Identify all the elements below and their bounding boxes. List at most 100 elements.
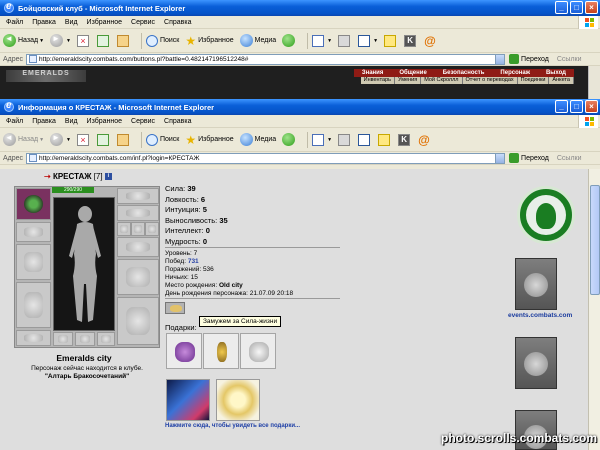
info-icon[interactable]: i	[104, 173, 112, 181]
menu-file[interactable]: Файл	[6, 19, 23, 26]
mail-button[interactable]: ▼	[312, 133, 332, 146]
favorites-button[interactable]: ★ Избранное	[185, 34, 233, 48]
links-button[interactable]: Ссылки	[557, 56, 582, 63]
menu-tools[interactable]: Сервис	[131, 19, 155, 26]
bottom-slot-1[interactable]	[53, 332, 73, 346]
menu-view[interactable]: Вид	[65, 118, 78, 125]
bottom-slot-2[interactable]	[75, 332, 95, 346]
ring-slot-2[interactable]	[131, 222, 145, 236]
nav-profile[interactable]: Анкета	[549, 77, 574, 84]
at-button[interactable]: @	[424, 34, 436, 48]
nav-inventory[interactable]: Инвентарь	[361, 77, 396, 84]
menu-view[interactable]: Вид	[65, 19, 78, 26]
nav-transfers[interactable]: Отчет о переводах	[463, 77, 518, 84]
media-button[interactable]: Медиа	[239, 133, 276, 146]
favorites-button[interactable]: ★ Избранное	[185, 133, 233, 147]
menu-help[interactable]: Справка	[164, 19, 191, 26]
home-button[interactable]	[116, 133, 131, 146]
nav-chat[interactable]: Общение	[391, 69, 434, 77]
front-title-bar[interactable]: Информация о КРЕСТАЖ - Microsoft Interne…	[0, 99, 600, 115]
menu-file[interactable]: Файл	[6, 118, 23, 125]
nav-security[interactable]: Безопасность	[435, 69, 493, 77]
media-button[interactable]: Медиа	[239, 34, 276, 47]
page-scrollbar[interactable]	[588, 169, 600, 450]
scroll-thumb[interactable]	[590, 185, 600, 295]
gift-bouquet-icon[interactable]	[240, 333, 276, 369]
nav-scroll[interactable]: Мой Скроллл	[421, 77, 463, 84]
events-banner-icon[interactable]	[515, 258, 557, 310]
see-all-gifts-link[interactable]: Нажмите сюда, чтобы увидеть все подарки.…	[165, 423, 300, 429]
armor-slot[interactable]	[16, 282, 51, 328]
close-button[interactable]: ×	[585, 100, 598, 113]
print-button[interactable]	[338, 34, 352, 47]
mail-button[interactable]: ▼	[312, 34, 332, 47]
ring-slot-1[interactable]	[117, 222, 131, 236]
boots-slot[interactable]	[117, 297, 159, 345]
nav-knowledge[interactable]: Знания	[354, 69, 392, 77]
edit-button[interactable]: ▼	[358, 34, 378, 47]
discuss-button[interactable]	[378, 133, 392, 146]
gift-flowers-icon[interactable]	[166, 333, 202, 369]
links-button[interactable]: Ссылки	[557, 155, 582, 162]
forward-button[interactable]: ► ▼	[50, 34, 71, 47]
print-button[interactable]	[338, 133, 352, 146]
amulet-slot[interactable]	[117, 205, 159, 221]
home-button[interactable]	[116, 34, 131, 47]
messenger-button[interactable]: K	[404, 34, 418, 47]
menu-favorites[interactable]: Избранное	[87, 19, 122, 26]
gift-image-1[interactable]	[166, 379, 210, 421]
back-title-bar[interactable]: Бойцовский клуб - Microsoft Internet Exp…	[0, 0, 600, 16]
ring-slot-3[interactable]	[145, 222, 159, 236]
menu-edit[interactable]: Правка	[32, 19, 56, 26]
stop-button[interactable]: ×	[76, 133, 91, 146]
nav-character[interactable]: Персонаж	[492, 69, 538, 77]
history-button[interactable]	[282, 133, 297, 146]
close-button[interactable]: ×	[585, 1, 598, 14]
helmet-slot[interactable]	[16, 188, 51, 220]
menu-help[interactable]: Справка	[164, 118, 191, 125]
at-button[interactable]: @	[418, 133, 430, 147]
maximize-button[interactable]: □	[570, 1, 583, 14]
menu-favorites[interactable]: Избранное	[87, 118, 122, 125]
messenger-button[interactable]: K	[398, 133, 412, 146]
maximize-button[interactable]: □	[570, 100, 583, 113]
gift-image-2[interactable]	[216, 379, 260, 421]
menu-tools[interactable]: Сервис	[131, 118, 155, 125]
history-button[interactable]	[282, 34, 297, 47]
menu-edit[interactable]: Правка	[32, 118, 56, 125]
address-dropdown[interactable]	[495, 152, 506, 164]
nav-fights[interactable]: Поединки	[518, 77, 550, 84]
refresh-button[interactable]	[96, 34, 111, 47]
marriage-ring-icon[interactable]	[165, 302, 185, 314]
back-arrow-icon: ◄	[3, 133, 16, 146]
nav-skills[interactable]: Умения	[395, 77, 422, 84]
belt-slot[interactable]	[16, 330, 51, 346]
earrings-slot[interactable]	[117, 188, 159, 204]
weapon-slot[interactable]	[16, 244, 51, 280]
forward-button[interactable]: ► ▼	[50, 133, 71, 146]
refresh-button[interactable]	[96, 133, 111, 146]
nav-exit[interactable]: Выход	[538, 69, 574, 77]
edit-button[interactable]	[358, 133, 372, 146]
bracer-slot[interactable]	[16, 222, 51, 242]
back-address-input[interactable]: http://emeraldscity.combats.com/buttons.…	[26, 53, 497, 65]
minimize-button[interactable]: _	[555, 1, 568, 14]
discuss-button[interactable]	[384, 34, 398, 47]
events-link[interactable]: events.combats.com	[508, 312, 572, 319]
go-button[interactable]: Переход	[509, 153, 549, 163]
address-dropdown[interactable]	[495, 53, 506, 65]
go-button[interactable]: Переход	[509, 54, 549, 64]
minimize-button[interactable]: _	[555, 100, 568, 113]
back-button[interactable]: ◄ Назад ▼	[3, 133, 44, 146]
search-button[interactable]: Поиск	[145, 133, 179, 146]
shield-slot[interactable]	[117, 259, 159, 295]
back-scrollbar[interactable]	[588, 66, 600, 101]
scrolls-banner-icon[interactable]	[515, 337, 557, 389]
back-button[interactable]: ◄ Назад ▼	[3, 34, 44, 47]
gloves-slot[interactable]	[117, 237, 159, 257]
stop-button[interactable]: ×	[76, 34, 91, 47]
front-address-input[interactable]: http://emeraldscity.combats.com/inf.pl?l…	[26, 152, 497, 164]
gift-key-icon[interactable]	[203, 333, 239, 369]
search-button[interactable]: Поиск	[145, 34, 179, 47]
bottom-slot-3[interactable]	[97, 332, 115, 346]
